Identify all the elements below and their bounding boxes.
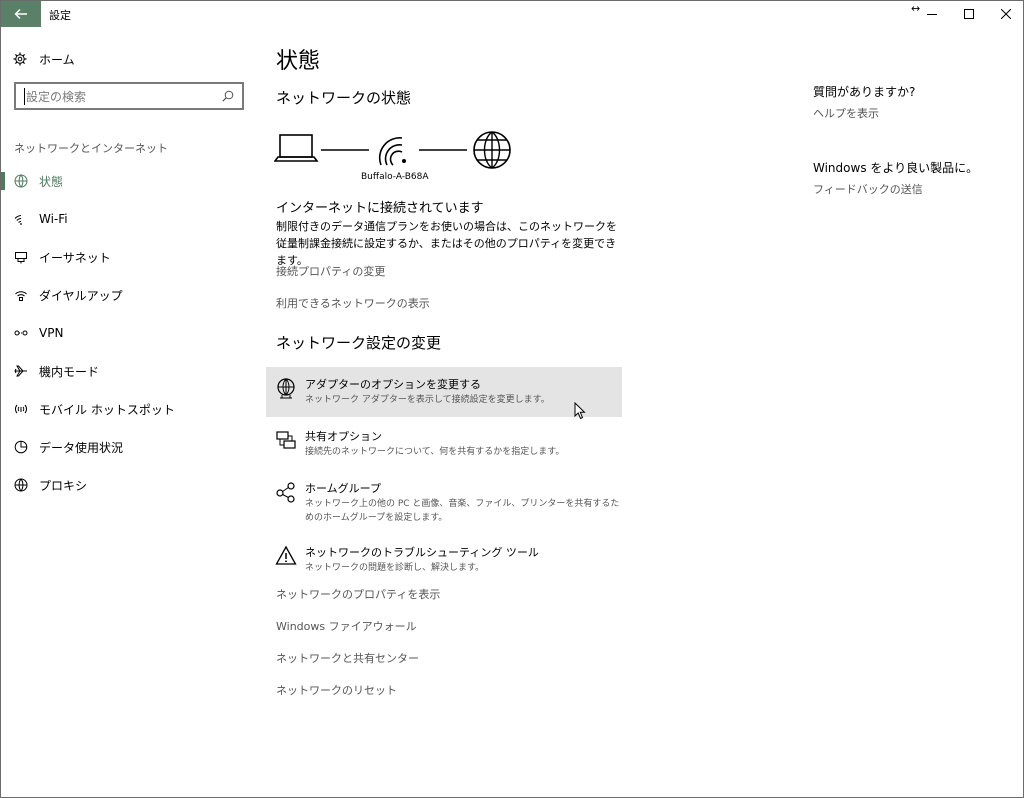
mouse-cursor-icon <box>574 402 586 420</box>
option-adapter[interactable]: アダプターのオプションを変更する ネットワーク アダプターを表示して接続設定を変… <box>266 367 622 417</box>
option-homegroup[interactable]: ホームグループ ネットワーク上の他の PC と画像、音楽、ファイル、プリンターを… <box>266 471 622 531</box>
sidebar-item-airplane[interactable]: 機内モード <box>1 356 257 386</box>
option-title: ネットワークのトラブルシューティング ツール <box>305 546 539 559</box>
option-desc: ネットワーク上の他の PC と画像、音楽、ファイル、プリンターを共有するためのホ… <box>305 499 620 523</box>
sidebar-item-label: 機内モード <box>39 364 100 379</box>
homegroup-icon <box>276 482 295 503</box>
question-title: 質問がありますか? <box>813 85 916 99</box>
sidebar-item-status[interactable]: 状態 <box>1 166 257 196</box>
airplane-icon <box>14 365 27 377</box>
option-desc: ネットワーク アダプターを表示して接続設定を変更します。 <box>305 395 550 405</box>
sharing-icon <box>276 431 296 449</box>
option-title: ホームグループ <box>305 482 382 495</box>
sidebar-item-proxy[interactable]: プロキシ <box>1 470 257 500</box>
maximize-icon <box>964 9 974 19</box>
help-link[interactable]: ヘルプを表示 <box>813 105 879 121</box>
laptop-icon <box>274 134 319 162</box>
status-icon <box>14 174 28 188</box>
close-button[interactable] <box>989 1 1023 27</box>
ethernet-icon <box>15 252 27 264</box>
data-usage-icon <box>14 440 28 454</box>
gear-icon <box>13 52 27 66</box>
connection-status-desc: 制限付きのデータ通信プランをお使いの場合は、このネットワークを従量制課金接続に設… <box>276 220 617 267</box>
sidebar-item-vpn[interactable]: VPN <box>1 318 257 348</box>
page-title: 状態 <box>276 49 321 74</box>
section-label: ネットワークとインターネット <box>14 142 168 155</box>
sidebar: ホーム 設定の検索 ネットワークとインターネット 状態 Wi-Fi イーサネット… <box>1 27 257 797</box>
title-bar: 設定 ↔ <box>1 1 1023 27</box>
network-sharing-center-link[interactable]: ネットワークと共有センター <box>276 650 419 666</box>
window-title: 設定 <box>49 9 71 22</box>
internet-globe-icon <box>473 131 511 169</box>
maximize-button[interactable] <box>952 1 986 27</box>
globe-icon <box>14 478 28 492</box>
sidebar-item-label: イーサネット <box>39 250 111 265</box>
minimize-icon <box>927 14 937 15</box>
sidebar-item-dialup[interactable]: ダイヤルアップ <box>1 280 257 310</box>
sidebar-item-hotspot[interactable]: モバイル ホットスポット <box>1 394 257 424</box>
search-input[interactable]: 設定の検索 <box>24 87 222 105</box>
adapter-icon <box>277 378 295 399</box>
feedback-link[interactable]: フィードバックの送信 <box>813 181 923 197</box>
network-status-heading: ネットワークの状態 <box>276 89 412 107</box>
network-reset-link[interactable]: ネットワークのリセット <box>276 682 397 698</box>
feedback-title: Windows をより良い製品に。 <box>813 161 979 175</box>
sidebar-item-label: プロキシ <box>39 478 88 493</box>
network-ssid: Buffalo-A-B68A <box>361 172 429 182</box>
sidebar-item-ethernet[interactable]: イーサネット <box>1 242 257 272</box>
option-sharing[interactable]: 共有オプション 接続先のネットワークについて、何を共有するかを指定します。 <box>266 419 622 469</box>
view-network-properties-link[interactable]: ネットワークのプロパティを表示 <box>276 586 440 602</box>
change-settings-heading: ネットワーク設定の変更 <box>276 334 442 352</box>
show-available-networks-link[interactable]: 利用できるネットワークの表示 <box>276 295 430 311</box>
sidebar-item-label: VPN <box>39 326 64 340</box>
minimize-button[interactable] <box>915 1 949 27</box>
change-connection-properties-link[interactable]: 接続プロパティの変更 <box>276 263 385 279</box>
dialup-icon <box>15 291 27 301</box>
vpn-icon <box>14 330 28 336</box>
sidebar-item-data-usage[interactable]: データ使用状況 <box>1 432 257 462</box>
nav-home-label: ホーム <box>39 52 75 67</box>
option-desc: 接続先のネットワークについて、何を共有するかを指定します。 <box>305 447 565 457</box>
option-desc: ネットワークの問題を診断し、解決します。 <box>305 563 485 573</box>
sidebar-item-label: モバイル ホットスポット <box>39 402 175 417</box>
option-title: 共有オプション <box>305 430 382 443</box>
option-title: アダプターのオプションを変更する <box>305 378 481 391</box>
sidebar-item-wifi[interactable]: Wi-Fi <box>1 204 257 234</box>
sidebar-item-label: データ使用状況 <box>39 440 124 455</box>
nav-home[interactable]: ホーム <box>13 49 75 69</box>
wifi-signal-icon <box>378 137 406 166</box>
windows-firewall-link[interactable]: Windows ファイアウォール <box>276 618 417 634</box>
hotspot-icon <box>15 404 27 414</box>
sidebar-item-label: Wi-Fi <box>39 212 68 226</box>
warning-icon <box>275 545 297 565</box>
close-icon <box>1001 9 1011 19</box>
option-troubleshoot[interactable]: ネットワークのトラブルシューティング ツール ネットワークの問題を診断し、解決し… <box>266 535 622 585</box>
sidebar-item-label: ダイヤルアップ <box>39 288 123 303</box>
back-arrow-icon <box>14 9 27 19</box>
search-icon <box>222 90 234 102</box>
connection-status-title: インターネットに接続されています <box>276 201 484 216</box>
settings-window: 設定 ↔ ホーム 設定の検索 ネットワークとインターネット 状態 Wi-Fi イ… <box>0 0 1024 798</box>
sidebar-item-label: 状態 <box>39 174 64 189</box>
back-button[interactable] <box>1 1 41 27</box>
search-box[interactable]: 設定の検索 <box>14 82 244 110</box>
wifi-icon <box>14 215 22 225</box>
